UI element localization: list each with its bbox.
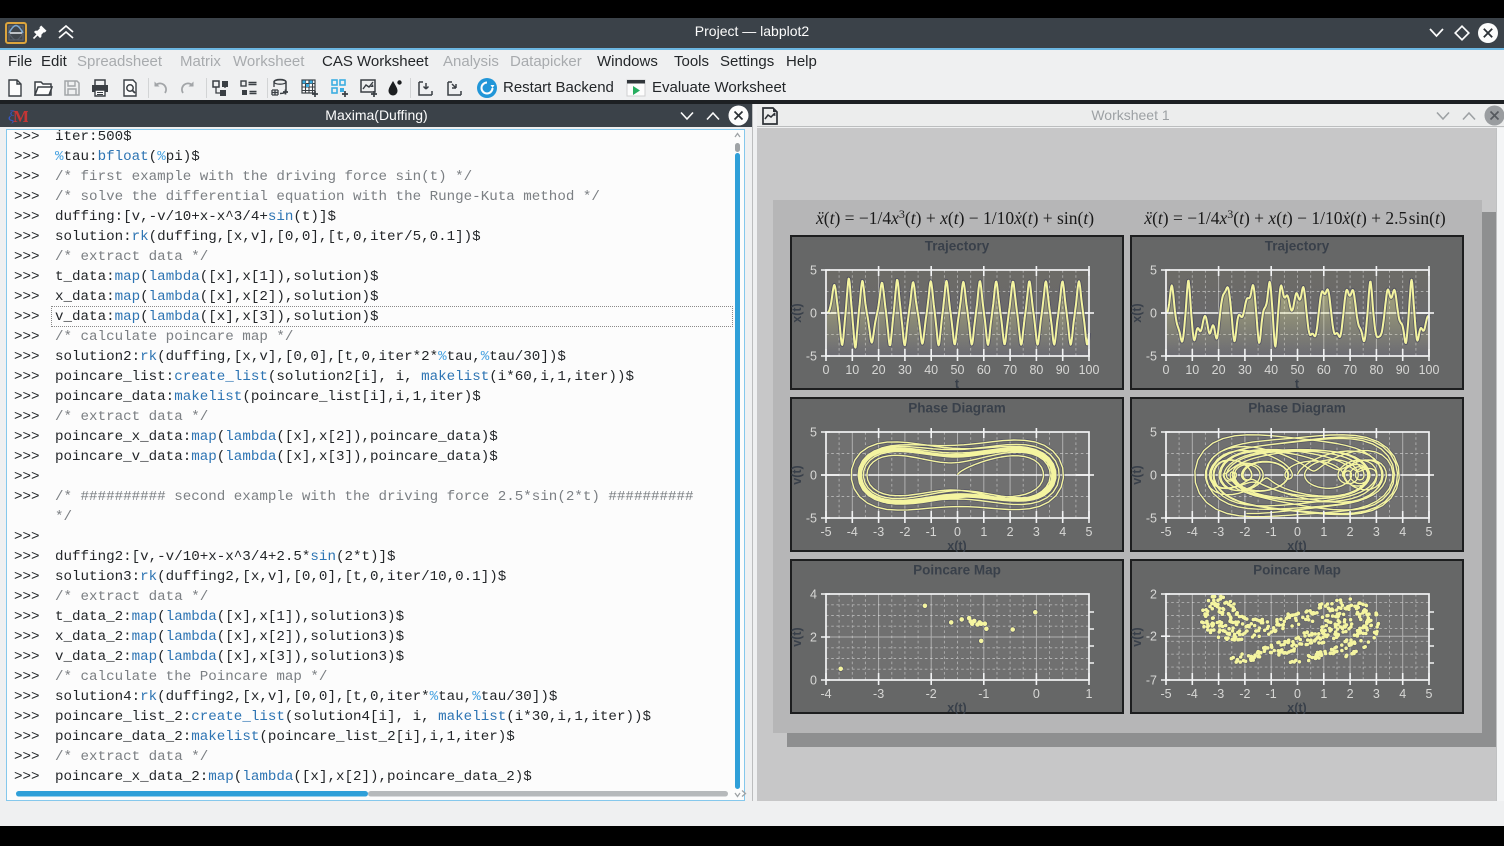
svg-text:0: 0 bbox=[954, 525, 961, 539]
svg-text:-5: -5 bbox=[1160, 687, 1171, 701]
svg-text:-4: -4 bbox=[1187, 687, 1198, 701]
svg-text:90: 90 bbox=[1396, 363, 1410, 377]
svg-text:x(t): x(t) bbox=[790, 303, 804, 322]
svg-text:4: 4 bbox=[1399, 525, 1406, 539]
svg-text:-1: -1 bbox=[926, 525, 937, 539]
svg-text:-7: -7 bbox=[1146, 674, 1157, 688]
svg-text:20: 20 bbox=[1212, 363, 1226, 377]
svg-text:70: 70 bbox=[1343, 363, 1357, 377]
svg-text:-2: -2 bbox=[1239, 525, 1250, 539]
svg-text:60: 60 bbox=[977, 363, 991, 377]
svg-text:4: 4 bbox=[1399, 687, 1406, 701]
svg-text:-5: -5 bbox=[1160, 525, 1171, 539]
svg-text:0: 0 bbox=[1294, 525, 1301, 539]
svg-text:0: 0 bbox=[1033, 687, 1040, 701]
svg-text:5: 5 bbox=[810, 264, 817, 278]
svg-text:0: 0 bbox=[1150, 307, 1157, 321]
svg-text:2: 2 bbox=[1347, 525, 1354, 539]
svg-text:4: 4 bbox=[810, 588, 817, 602]
svg-text:40: 40 bbox=[924, 363, 938, 377]
svg-text:100: 100 bbox=[1419, 363, 1440, 377]
svg-text:80: 80 bbox=[1369, 363, 1383, 377]
svg-text:1: 1 bbox=[980, 525, 987, 539]
svg-text:30: 30 bbox=[898, 363, 912, 377]
svg-text:3: 3 bbox=[1033, 525, 1040, 539]
svg-text:0: 0 bbox=[810, 307, 817, 321]
svg-text:-1: -1 bbox=[1266, 687, 1277, 701]
svg-text:1: 1 bbox=[1086, 687, 1093, 701]
svg-text:4: 4 bbox=[1059, 525, 1066, 539]
svg-text:3: 3 bbox=[1373, 687, 1380, 701]
svg-text:x(t): x(t) bbox=[1287, 701, 1306, 714]
svg-text:-5: -5 bbox=[806, 512, 817, 526]
svg-text:-3: -3 bbox=[1213, 687, 1224, 701]
svg-text:2: 2 bbox=[1347, 687, 1354, 701]
svg-text:2: 2 bbox=[1007, 525, 1014, 539]
svg-text:2: 2 bbox=[810, 631, 817, 645]
svg-text:x(t): x(t) bbox=[947, 701, 966, 714]
svg-text:v(t): v(t) bbox=[790, 465, 804, 484]
svg-text:0: 0 bbox=[810, 674, 817, 688]
svg-text:Phase Diagram: Phase Diagram bbox=[908, 401, 1006, 416]
svg-text:M: M bbox=[13, 107, 28, 126]
svg-text:3: 3 bbox=[1373, 525, 1380, 539]
svg-text:-5: -5 bbox=[1146, 512, 1157, 526]
svg-text:-1: -1 bbox=[978, 687, 989, 701]
svg-text:-3: -3 bbox=[873, 525, 884, 539]
svg-text:2: 2 bbox=[1150, 588, 1157, 602]
svg-text:-3: -3 bbox=[1213, 525, 1224, 539]
svg-text:90: 90 bbox=[1056, 363, 1070, 377]
svg-text:70: 70 bbox=[1003, 363, 1017, 377]
svg-text:5: 5 bbox=[1426, 525, 1433, 539]
svg-text:x(t): x(t) bbox=[1287, 539, 1306, 552]
svg-text:-1: -1 bbox=[1266, 525, 1277, 539]
svg-text:30: 30 bbox=[1238, 363, 1252, 377]
svg-text:5: 5 bbox=[1426, 687, 1433, 701]
svg-text:80: 80 bbox=[1029, 363, 1043, 377]
svg-text:-4: -4 bbox=[820, 687, 831, 701]
svg-text:5: 5 bbox=[810, 426, 817, 440]
svg-text:-4: -4 bbox=[847, 525, 858, 539]
svg-text:60: 60 bbox=[1317, 363, 1331, 377]
svg-text:v(t): v(t) bbox=[790, 627, 804, 646]
svg-text:0: 0 bbox=[1163, 363, 1170, 377]
svg-text:Phase Diagram: Phase Diagram bbox=[1248, 401, 1346, 416]
svg-text:Poincare Map: Poincare Map bbox=[1253, 563, 1341, 578]
svg-text:x(t): x(t) bbox=[1130, 303, 1144, 322]
svg-text:v(t): v(t) bbox=[1130, 627, 1144, 646]
svg-text:-4: -4 bbox=[1187, 525, 1198, 539]
svg-text:0: 0 bbox=[810, 469, 817, 483]
svg-text:-2: -2 bbox=[926, 687, 937, 701]
svg-text:5: 5 bbox=[1150, 264, 1157, 278]
svg-text:-5: -5 bbox=[820, 525, 831, 539]
svg-text:0: 0 bbox=[1294, 687, 1301, 701]
svg-text:50: 50 bbox=[1291, 363, 1305, 377]
svg-text:20: 20 bbox=[872, 363, 886, 377]
svg-text:-2: -2 bbox=[899, 525, 910, 539]
svg-text:-2: -2 bbox=[1239, 687, 1250, 701]
svg-text:10: 10 bbox=[845, 363, 859, 377]
svg-text:40: 40 bbox=[1264, 363, 1278, 377]
svg-text:Trajectory: Trajectory bbox=[1265, 239, 1330, 254]
svg-text:5: 5 bbox=[1086, 525, 1093, 539]
svg-text:0: 0 bbox=[823, 363, 830, 377]
svg-text:x(t): x(t) bbox=[947, 539, 966, 552]
svg-text:10: 10 bbox=[1185, 363, 1199, 377]
svg-text:1: 1 bbox=[1320, 525, 1327, 539]
svg-text:50: 50 bbox=[951, 363, 965, 377]
svg-text:Trajectory: Trajectory bbox=[925, 239, 990, 254]
svg-text:-3: -3 bbox=[873, 687, 884, 701]
svg-text:-5: -5 bbox=[806, 350, 817, 364]
svg-text:-2: -2 bbox=[1146, 630, 1157, 644]
svg-text:100: 100 bbox=[1079, 363, 1100, 377]
svg-text:0: 0 bbox=[1150, 469, 1157, 483]
svg-text:Poincare Map: Poincare Map bbox=[913, 563, 1001, 578]
svg-text:1: 1 bbox=[1320, 687, 1327, 701]
svg-text:-5: -5 bbox=[1146, 350, 1157, 364]
svg-text:5: 5 bbox=[1150, 426, 1157, 440]
svg-text:v(t): v(t) bbox=[1130, 465, 1144, 484]
